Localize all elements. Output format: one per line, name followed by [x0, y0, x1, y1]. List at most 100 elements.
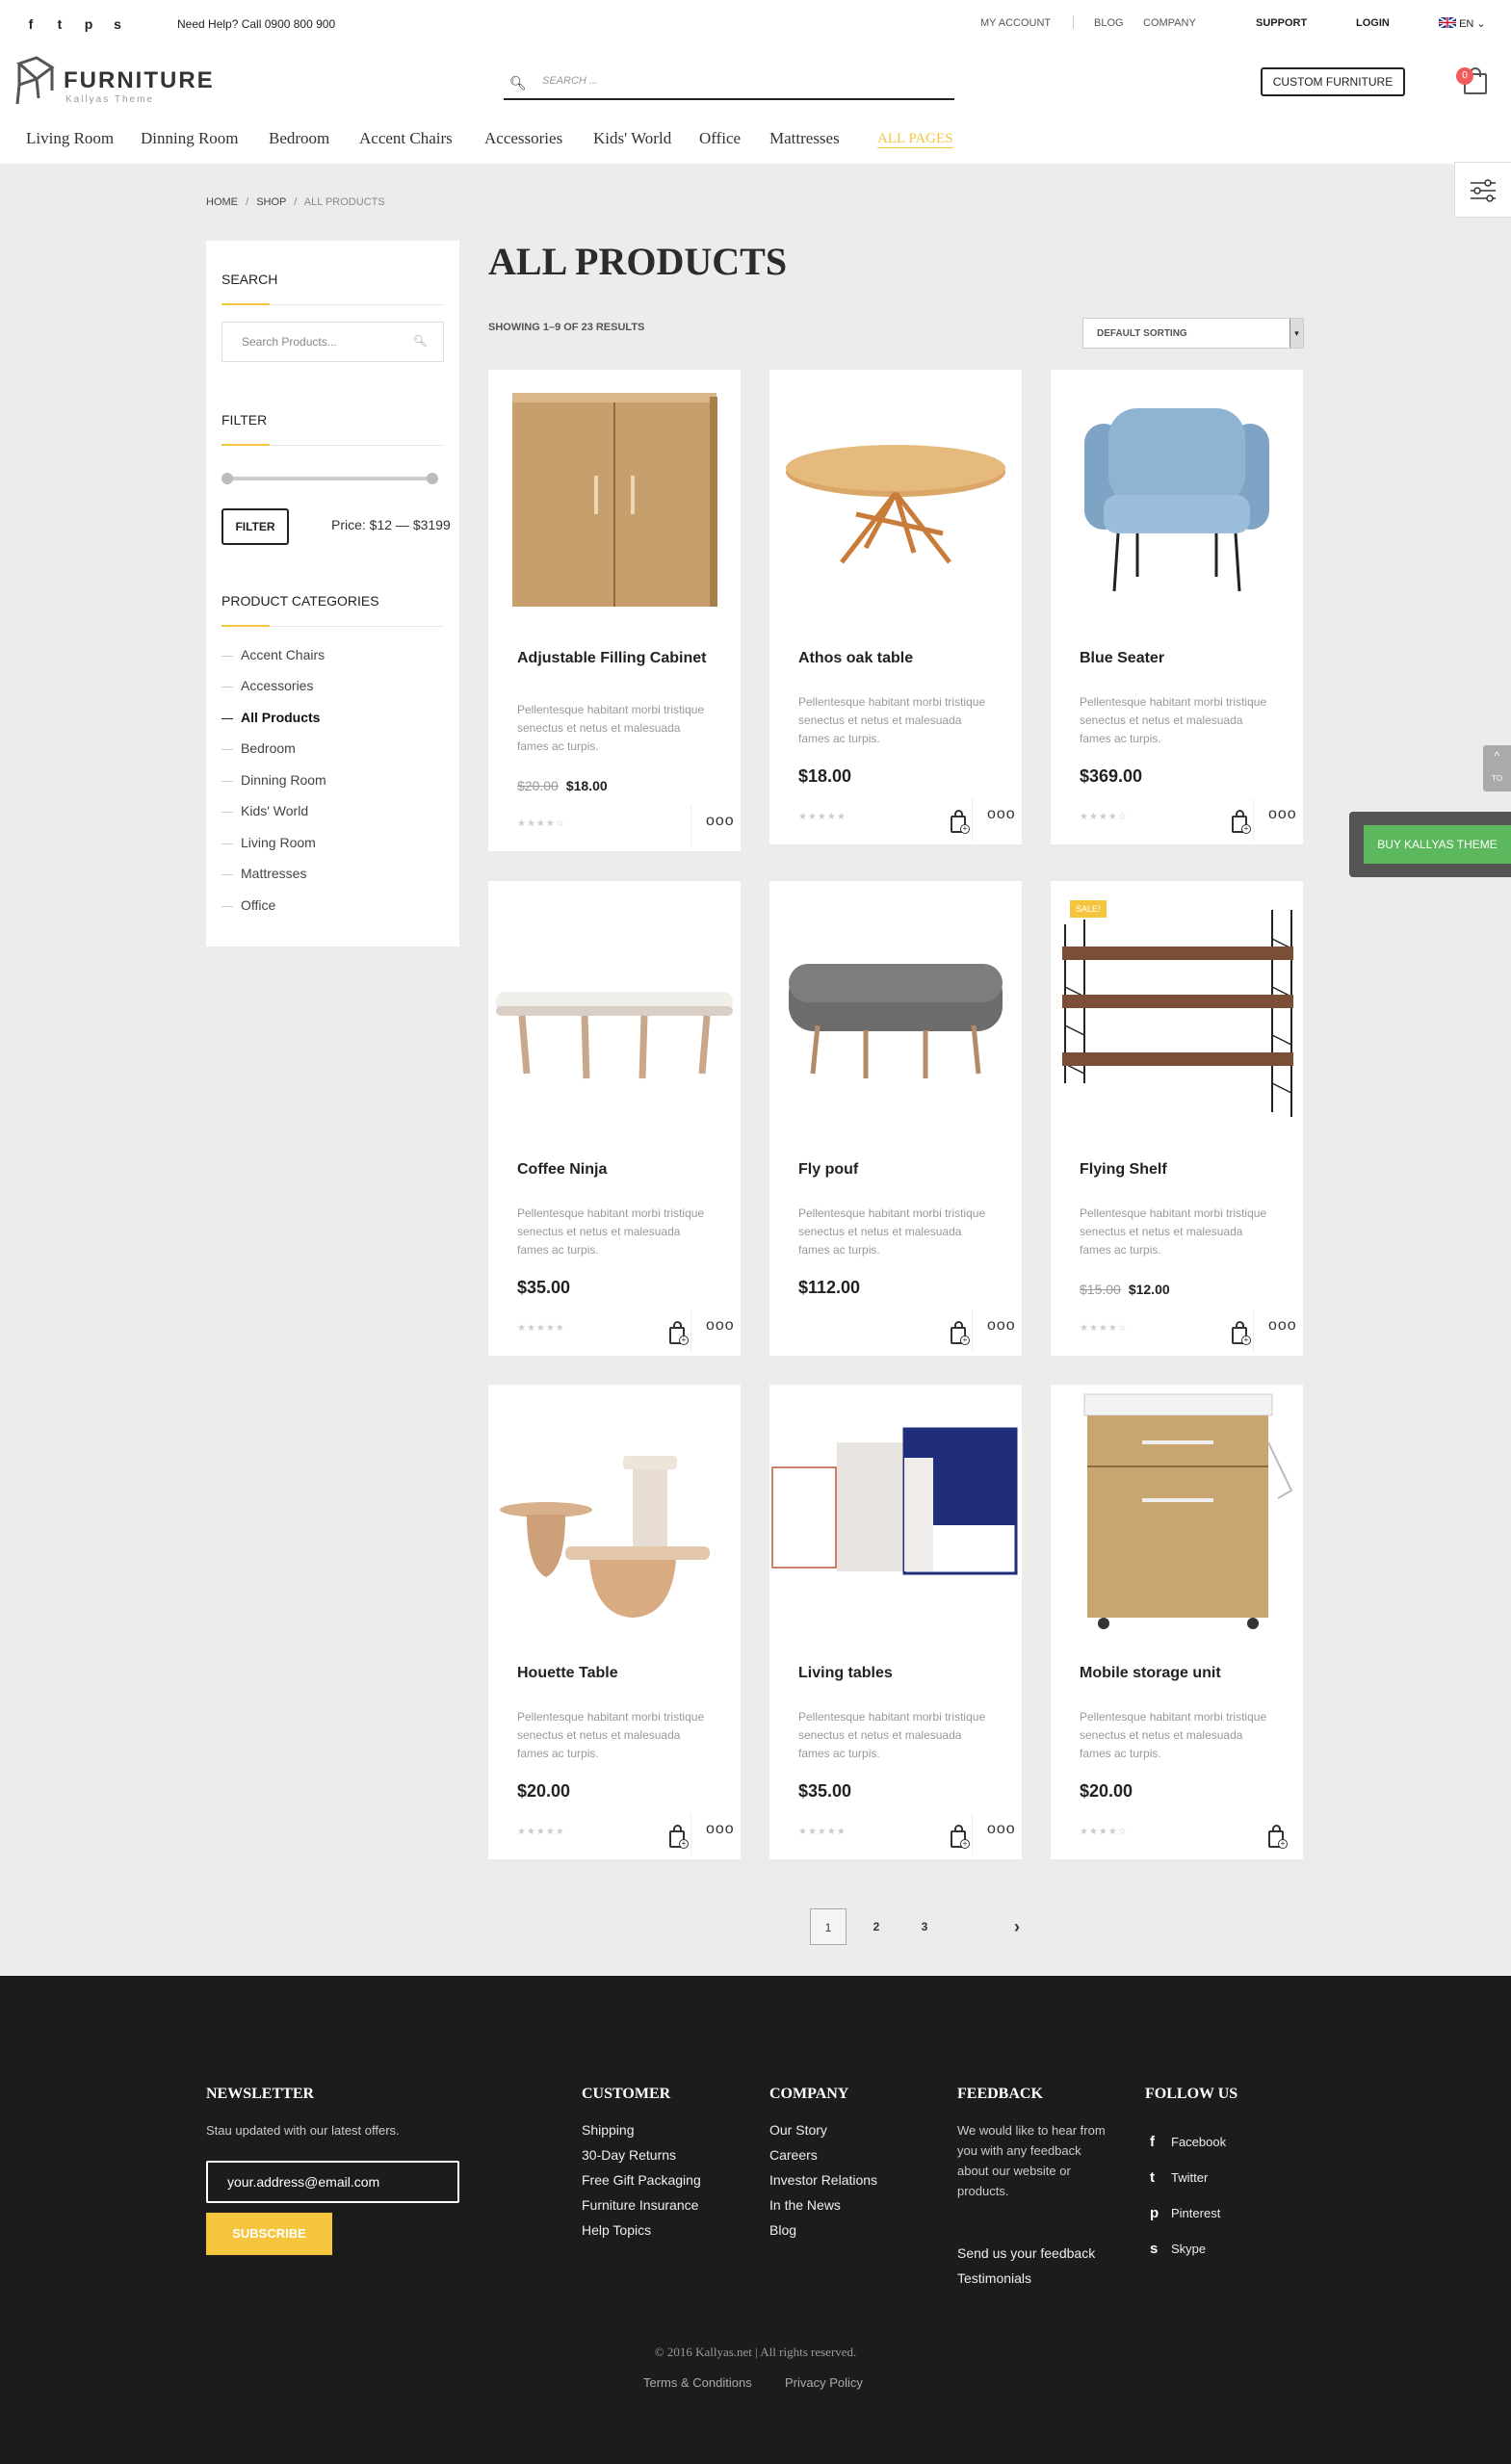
blog-link[interactable]: BLOG [1094, 17, 1124, 29]
add-to-cart-icon[interactable]: + [667, 1320, 689, 1345]
buy-theme-button[interactable]: BUY KALLYAS THEME [1364, 825, 1511, 864]
category-link[interactable]: Bedroom [221, 740, 296, 756]
twitter-link[interactable]: t Twitter [1150, 2169, 1208, 2186]
nav-item-accessories[interactable]: Accessories [484, 129, 562, 148]
footer-link[interactable]: In the News [769, 2197, 841, 2213]
more-options-icon[interactable]: ooo [987, 1821, 1016, 1838]
product-card[interactable]: Houette Table Pellentesque habitant morb… [488, 1385, 741, 1859]
my-account-link[interactable]: MY ACCOUNT [980, 17, 1051, 29]
add-to-cart-icon[interactable]: + [1230, 809, 1251, 834]
nav-item-accent-chairs[interactable]: Accent Chairs [359, 129, 453, 148]
filter-button[interactable]: FILTER [221, 508, 289, 545]
pinterest-link[interactable]: p Pinterest [1150, 2205, 1220, 2221]
price-range-slider[interactable] [221, 473, 438, 484]
header-search[interactable]: 🔍︎ SEARCH ... [504, 67, 954, 100]
twitter-icon[interactable]: t [52, 16, 67, 32]
email-input[interactable]: your.address@email.com [227, 2174, 379, 2190]
search-input[interactable]: SEARCH ... [542, 75, 598, 87]
product-title[interactable]: Adjustable Filling Cabinet [517, 647, 719, 670]
product-search-input[interactable]: Search Products... [242, 335, 337, 349]
product-title[interactable]: Mobile storage unit [1080, 1662, 1282, 1685]
subscribe-button[interactable]: SUBSCRIBE [206, 2213, 332, 2255]
filter-panel-toggle[interactable] [1454, 162, 1511, 218]
more-options-icon[interactable]: ooo [1268, 1317, 1297, 1335]
language-selector[interactable]: EN ⌄ [1438, 16, 1486, 30]
category-link[interactable]: Kids' World [221, 803, 308, 818]
footer-link[interactable]: Shipping [582, 2122, 635, 2138]
testimonials-link[interactable]: Testimonials [957, 2270, 1031, 2286]
skype-icon[interactable]: s [110, 16, 125, 32]
footer-link[interactable]: Investor Relations [769, 2172, 877, 2188]
product-card[interactable]: Adjustable Filling Cabinet Pellentesque … [488, 370, 741, 851]
product-title[interactable]: Living tables [798, 1662, 1001, 1685]
facebook-link[interactable]: f Facebook [1150, 2134, 1226, 2150]
category-link[interactable]: Accessories [221, 678, 313, 693]
product-card[interactable]: Fly pouf Pellentesque habitant morbi tri… [769, 881, 1022, 1356]
footer-link[interactable]: Our Story [769, 2122, 827, 2138]
product-title[interactable]: Blue Seater [1080, 647, 1282, 670]
product-card[interactable]: Blue Seater Pellentesque habitant morbi … [1051, 370, 1303, 844]
pinterest-icon[interactable]: p [81, 16, 96, 32]
product-title[interactable]: Houette Table [517, 1662, 719, 1685]
product-title[interactable]: Flying Shelf [1080, 1158, 1282, 1181]
category-link[interactable]: Office [221, 897, 275, 913]
nav-item-living-room[interactable]: Living Room [26, 129, 114, 148]
add-to-cart-icon[interactable]: + [949, 1824, 970, 1849]
back-to-top-button[interactable]: ^ TO [1483, 745, 1511, 791]
more-options-icon[interactable]: ooo [706, 1821, 735, 1838]
category-link[interactable]: Living Room [221, 835, 316, 850]
nav-item-bedroom[interactable]: Bedroom [269, 129, 329, 148]
footer-link[interactable]: 30-Day Returns [582, 2147, 676, 2163]
product-card[interactable]: Athos oak table Pellentesque habitant mo… [769, 370, 1022, 844]
nav-item-all-pages[interactable]: ALL PAGES [877, 131, 953, 148]
footer-link[interactable]: Furniture Insurance [582, 2197, 698, 2213]
footer-link[interactable]: Blog [769, 2222, 796, 2238]
search-icon[interactable]: 🔍︎ [413, 334, 428, 348]
product-card[interactable]: Coffee Ninja Pellentesque habitant morbi… [488, 881, 741, 1356]
feedback-link[interactable]: Send us your feedback [957, 2245, 1095, 2261]
more-options-icon[interactable]: ooo [987, 1317, 1016, 1335]
nav-item-mattresses[interactable]: Mattresses [769, 129, 840, 148]
sort-select[interactable]: DEFAULT SORTING ▾ [1082, 318, 1304, 349]
price-max-handle[interactable] [427, 473, 438, 484]
privacy-link[interactable]: Privacy Policy [785, 2375, 863, 2390]
nav-item-office[interactable]: Office [699, 129, 741, 148]
add-to-cart-icon[interactable]: + [667, 1824, 689, 1849]
product-title[interactable]: Coffee Ninja [517, 1158, 719, 1181]
nav-item-dinning-room[interactable]: Dinning Room [141, 129, 239, 148]
support-link[interactable]: SUPPORT [1256, 17, 1307, 29]
footer-link[interactable]: Help Topics [582, 2222, 651, 2238]
skype-link[interactable]: s Skype [1150, 2241, 1206, 2257]
more-options-icon[interactable]: ooo [1268, 806, 1297, 823]
add-to-cart-icon[interactable]: + [1266, 1824, 1288, 1849]
category-link[interactable]: Dinning Room [221, 772, 326, 788]
more-options-icon[interactable]: ooo [706, 1317, 735, 1335]
product-search-field[interactable]: Search Products... 🔍︎ [221, 322, 444, 362]
newsletter-email-field[interactable]: your.address@email.com [206, 2161, 459, 2203]
category-link[interactable]: Mattresses [221, 866, 306, 881]
page-2[interactable]: 2 [858, 1908, 895, 1945]
more-options-icon[interactable]: ooo [706, 813, 735, 830]
page-3[interactable]: 3 [906, 1908, 943, 1945]
category-link-current[interactable]: All Products [221, 710, 320, 725]
add-to-cart-icon[interactable]: + [1230, 1320, 1251, 1345]
nav-item-kids-world[interactable]: Kids' World [593, 129, 671, 148]
product-card[interactable]: SALE! Flying Shelf Pellentesque habitant… [1051, 881, 1303, 1356]
terms-link[interactable]: Terms & Conditions [643, 2375, 752, 2390]
price-min-handle[interactable] [221, 473, 233, 484]
add-to-cart-icon[interactable]: + [949, 1320, 970, 1345]
add-to-cart-icon[interactable]: + [949, 809, 970, 834]
breadcrumb-home[interactable]: HOME [206, 196, 238, 208]
footer-link[interactable]: Careers [769, 2147, 818, 2163]
login-link[interactable]: LOGIN [1356, 17, 1390, 29]
more-options-icon[interactable]: ooo [987, 806, 1016, 823]
facebook-icon[interactable]: f [23, 16, 39, 32]
next-page-chevron-icon[interactable]: › [999, 1908, 1035, 1945]
custom-furniture-button[interactable]: CUSTOM FURNITURE [1261, 67, 1405, 96]
page-1[interactable]: 1 [810, 1908, 847, 1945]
product-title[interactable]: Athos oak table [798, 647, 1001, 670]
footer-link[interactable]: Free Gift Packaging [582, 2172, 701, 2188]
product-card[interactable]: Living tables Pellentesque habitant morb… [769, 1385, 1022, 1859]
company-link[interactable]: COMPANY [1143, 17, 1196, 29]
cart-button[interactable]: 0 [1456, 65, 1489, 96]
